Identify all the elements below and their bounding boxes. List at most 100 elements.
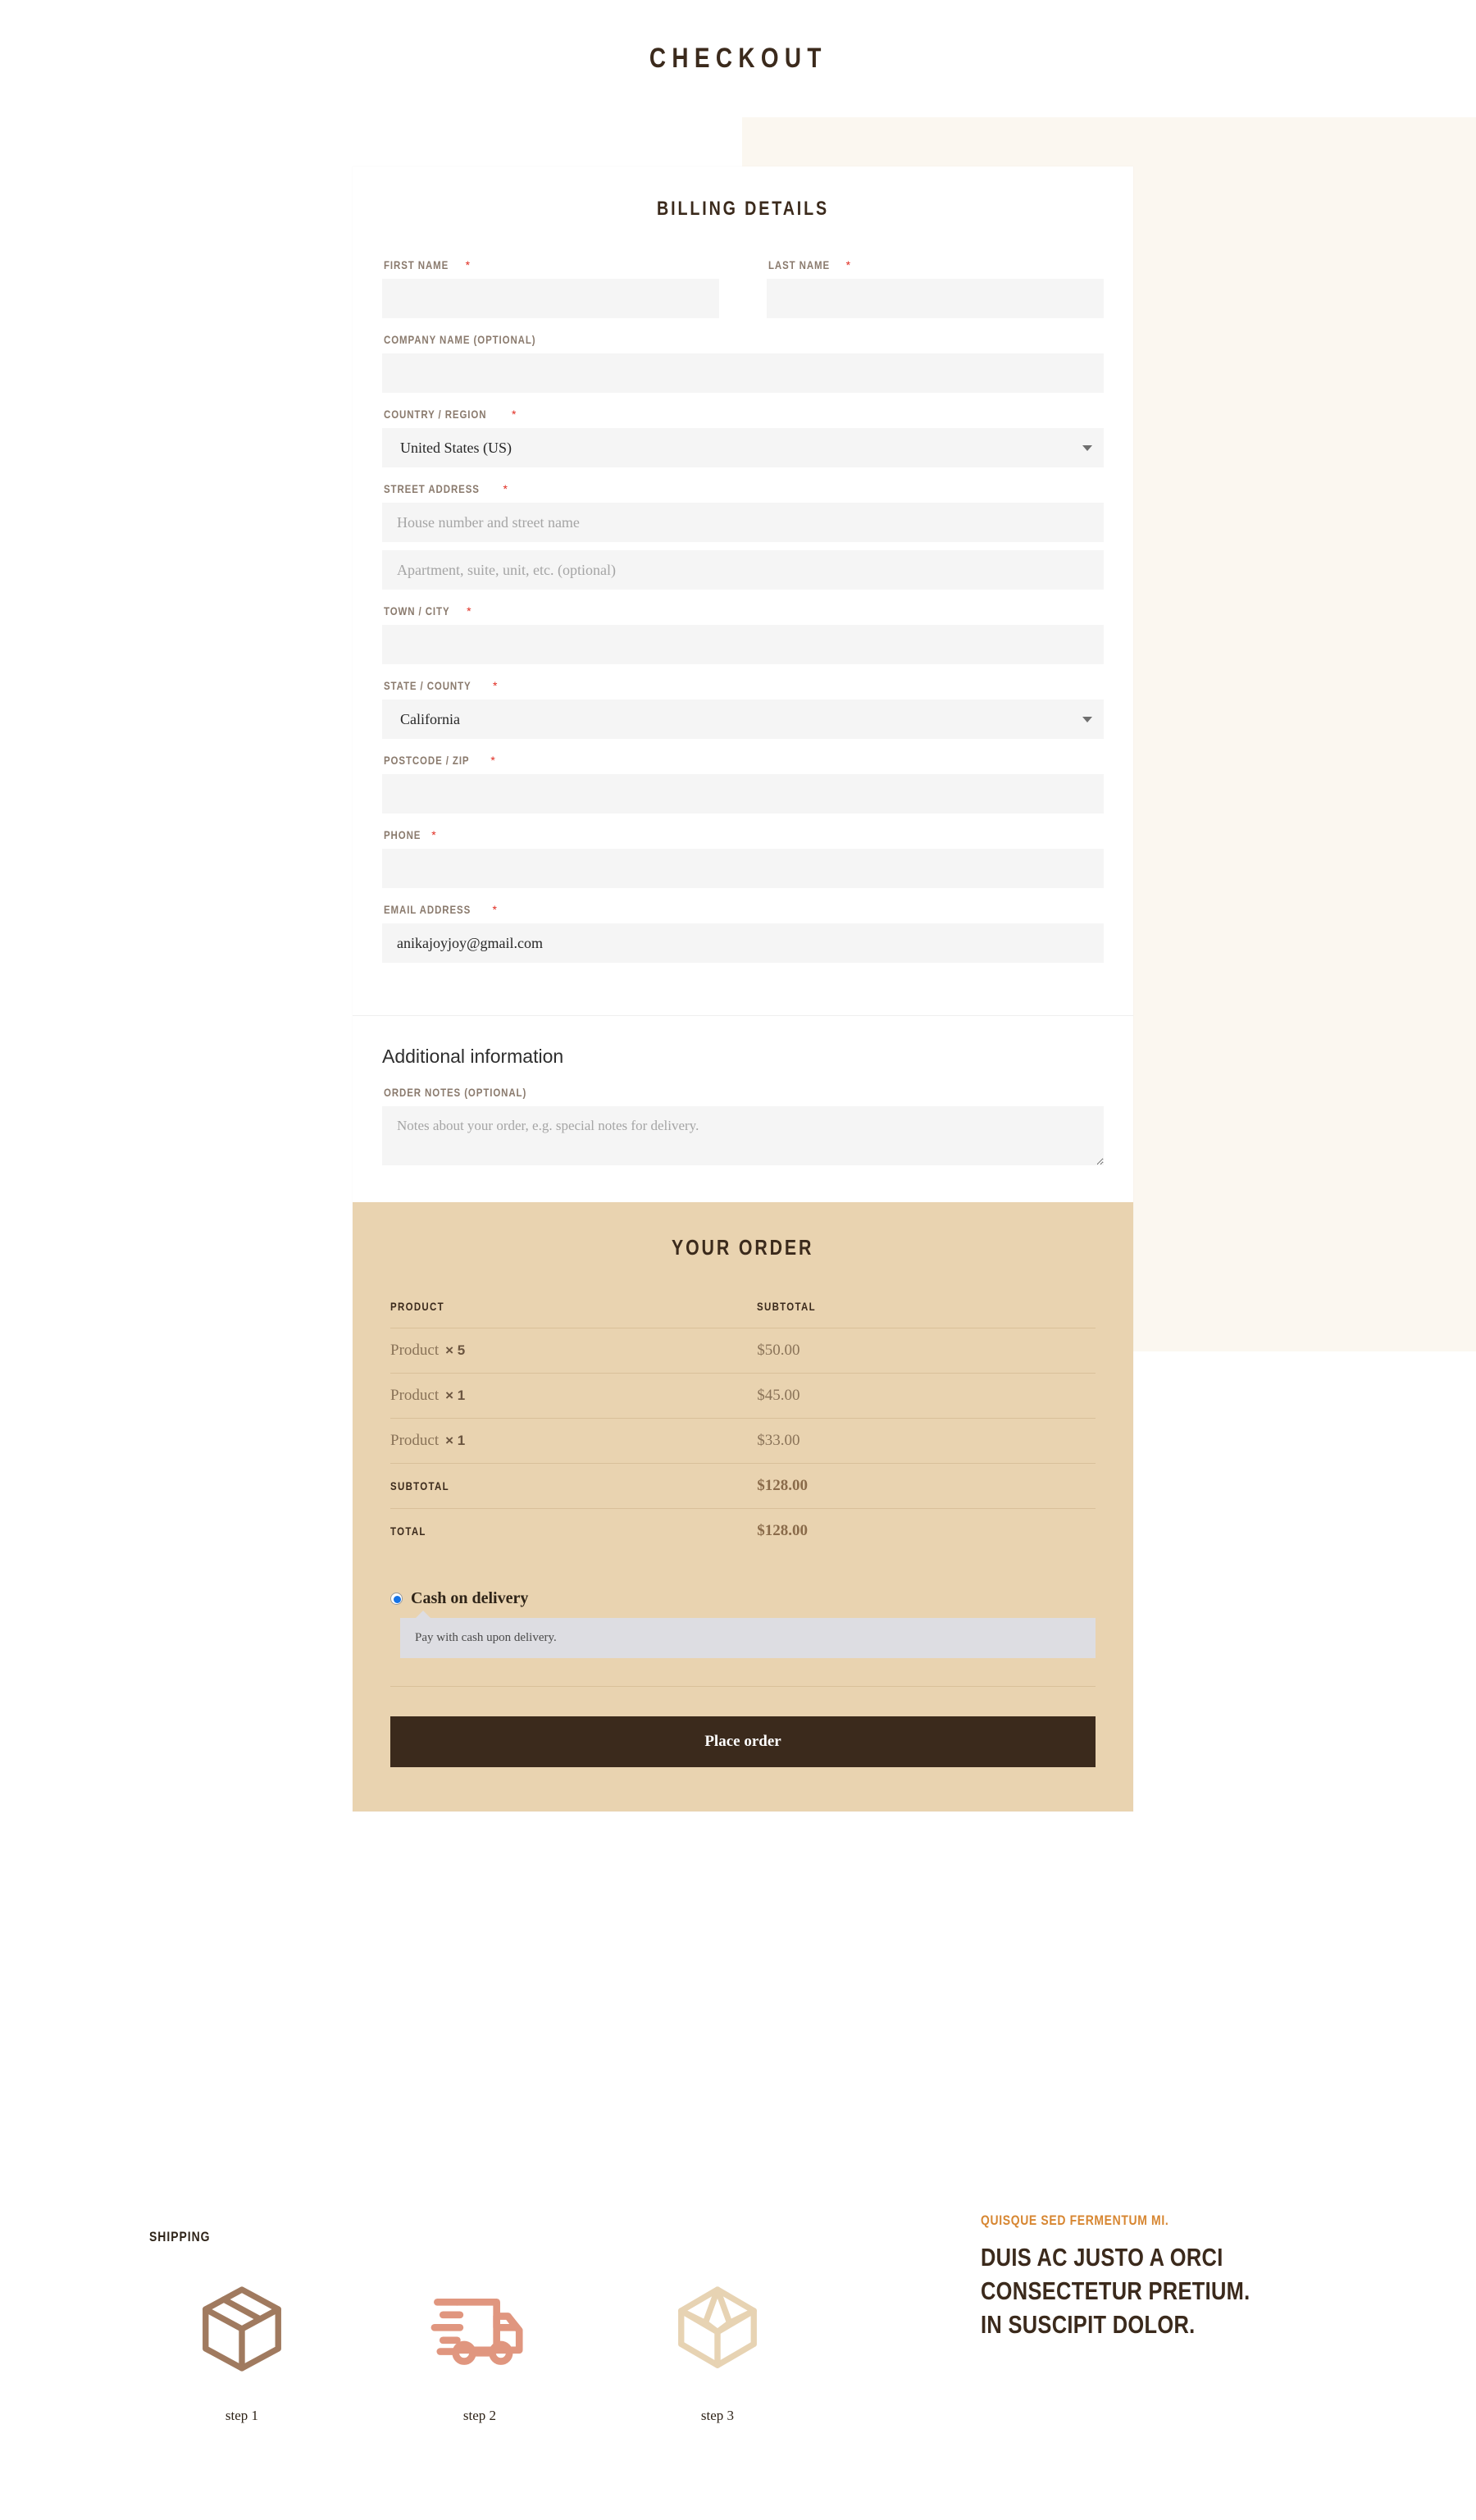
column-header-subtotal: SUBTOTAL bbox=[757, 1300, 817, 1313]
company-input[interactable] bbox=[382, 353, 1104, 393]
footer-headline-line-3: IN SUSCIPIT DOLOR. bbox=[981, 2310, 1196, 2340]
product-qty: × 1 bbox=[445, 1433, 466, 1448]
closed-box-icon bbox=[123, 2272, 361, 2386]
place-order-container: Place order bbox=[390, 1686, 1096, 1767]
city-label: TOWN / CITY * bbox=[384, 604, 472, 617]
page-title-text: CHECKOUT bbox=[649, 43, 827, 74]
product-subtotal: $33.00 bbox=[757, 1418, 1096, 1464]
additional-information-heading: Additional information bbox=[382, 1046, 564, 1067]
street-address-label: STREET ADDRESS * bbox=[384, 482, 509, 495]
city-group: TOWN / CITY * bbox=[382, 604, 1104, 664]
payment-method-cash-on-delivery[interactable]: Cash on delivery bbox=[390, 1589, 1096, 1608]
shipping-steps: step 1 step 2 step 3 bbox=[123, 2272, 836, 2424]
table-header-row: PRODUCT SUBTOTAL bbox=[390, 1300, 1096, 1328]
product-subtotal: $50.00 bbox=[757, 1328, 1096, 1374]
shipping-step-3: step 3 bbox=[599, 2272, 836, 2424]
place-order-button[interactable]: Place order bbox=[390, 1716, 1096, 1767]
state-select[interactable] bbox=[382, 699, 1104, 739]
first-name-group: FIRST NAME * bbox=[382, 258, 719, 318]
delivery-truck-icon bbox=[361, 2272, 599, 2386]
required-mark: * bbox=[493, 679, 499, 692]
city-input[interactable] bbox=[382, 625, 1104, 664]
product-name: Product bbox=[390, 1387, 440, 1404]
country-select-wrapper[interactable] bbox=[382, 428, 1104, 467]
phone-group: PHONE * bbox=[382, 828, 1104, 888]
email-label: EMAIL ADDRESS * bbox=[384, 903, 498, 916]
footer-headline-line-1: DUIS AC JUSTO A ORCI bbox=[981, 2243, 1223, 2272]
shipping-heading-text: SHIPPING bbox=[149, 2229, 211, 2244]
street-address-2-input[interactable] bbox=[382, 550, 1104, 590]
subtotal-row: SUBTOTAL $128.00 bbox=[390, 1463, 1096, 1509]
state-label: STATE / COUNTY * bbox=[384, 679, 499, 692]
footer-promo-text: QUISQUE SED FERMENTUM MI. DUIS AC JUSTO … bbox=[981, 2212, 1407, 2342]
required-mark: * bbox=[492, 903, 498, 916]
name-row: FIRST NAME * LAST NAME * bbox=[382, 258, 1104, 318]
billing-details-heading-text: BILLING DETAILS bbox=[657, 198, 829, 220]
total-value: $128.00 bbox=[757, 1508, 1096, 1553]
first-name-label: FIRST NAME * bbox=[384, 258, 472, 271]
product-cell: Product × 5 bbox=[390, 1328, 758, 1374]
order-notes-label: ORDER NOTES (OPTIONAL) bbox=[384, 1086, 527, 1099]
shipping-step-3-caption: step 3 bbox=[700, 2408, 735, 2423]
required-mark: * bbox=[467, 604, 472, 617]
radio-button-cash-on-delivery[interactable] bbox=[390, 1593, 403, 1605]
order-summary-table: PRODUCT SUBTOTAL Product × 5 $50.00 Prod… bbox=[390, 1300, 1096, 1553]
required-mark: * bbox=[511, 408, 517, 421]
required-mark: * bbox=[503, 482, 509, 495]
product-qty: × 1 bbox=[445, 1388, 466, 1403]
subtotal-value: $128.00 bbox=[757, 1463, 1096, 1509]
street-address-group: STREET ADDRESS * bbox=[382, 482, 1104, 590]
phone-input[interactable] bbox=[382, 849, 1104, 888]
street-address-input[interactable] bbox=[382, 503, 1104, 542]
table-row: Product × 5 $50.00 bbox=[390, 1328, 1096, 1374]
payment-methods-section: Cash on delivery Pay with cash upon deli… bbox=[390, 1589, 1096, 1658]
billing-details-section: BILLING DETAILS FIRST NAME * LAST NAME * C… bbox=[353, 166, 1133, 1016]
order-notes-input[interactable] bbox=[382, 1106, 1104, 1165]
postcode-group: POSTCODE / ZIP * bbox=[382, 754, 1104, 813]
checkout-card: BILLING DETAILS FIRST NAME * LAST NAME * C… bbox=[353, 166, 1133, 1811]
order-summary-heading-text: YOUR ORDER bbox=[672, 1235, 814, 1260]
country-group: COUNTRY / REGION * bbox=[382, 408, 1104, 467]
state-select-wrapper[interactable] bbox=[382, 699, 1104, 739]
country-select[interactable] bbox=[382, 428, 1104, 467]
column-header-product: PRODUCT bbox=[390, 1300, 444, 1313]
last-name-input[interactable] bbox=[767, 279, 1104, 318]
postcode-label: POSTCODE / ZIP * bbox=[384, 754, 496, 767]
page-title: CHECKOUT bbox=[0, 43, 1476, 75]
product-qty: × 5 bbox=[445, 1342, 466, 1358]
required-mark: * bbox=[845, 258, 852, 271]
footer-eyebrow-text: QUISQUE SED FERMENTUM MI. bbox=[981, 2212, 1169, 2228]
payment-method-label: Cash on delivery bbox=[411, 1589, 529, 1607]
product-name: Product bbox=[390, 1432, 440, 1449]
order-summary-section: YOUR ORDER PRODUCT SUBTOTAL Product × 5 bbox=[353, 1202, 1133, 1811]
required-mark: * bbox=[490, 754, 496, 767]
last-name-label: LAST NAME * bbox=[768, 258, 852, 271]
product-name: Product bbox=[390, 1342, 440, 1359]
table-row: Product × 1 $45.00 bbox=[390, 1373, 1096, 1419]
postcode-input[interactable] bbox=[382, 774, 1104, 813]
open-box-icon bbox=[599, 2272, 836, 2386]
last-name-group: LAST NAME * bbox=[767, 258, 1104, 318]
first-name-input[interactable] bbox=[382, 279, 719, 318]
company-group: COMPANY NAME (OPTIONAL) bbox=[382, 333, 1104, 393]
table-row: Product × 1 $33.00 bbox=[390, 1418, 1096, 1464]
product-subtotal: $45.00 bbox=[757, 1373, 1096, 1419]
email-field[interactable] bbox=[382, 923, 1104, 963]
required-mark: * bbox=[465, 258, 472, 271]
product-cell: Product × 1 bbox=[390, 1418, 758, 1464]
shipping-step-2: step 2 bbox=[361, 2272, 599, 2424]
payment-method-description: Pay with cash upon delivery. bbox=[400, 1611, 1096, 1658]
order-summary-heading: YOUR ORDER bbox=[390, 1235, 1096, 1260]
footer-eyebrow: QUISQUE SED FERMENTUM MI. bbox=[981, 2212, 1407, 2229]
footer-headline: DUIS AC JUSTO A ORCI CONSECTETUR PRETIUM… bbox=[981, 2240, 1407, 2342]
shipping-step-1: step 1 bbox=[123, 2272, 361, 2424]
email-group: EMAIL ADDRESS * bbox=[382, 903, 1104, 963]
state-group: STATE / COUNTY * bbox=[382, 679, 1104, 739]
country-label: COUNTRY / REGION * bbox=[384, 408, 517, 421]
additional-information-section: Additional information ORDER NOTES (OPTI… bbox=[353, 1016, 1133, 1202]
shipping-step-2-caption: step 2 bbox=[462, 2408, 497, 2423]
shipping-step-1-caption: step 1 bbox=[225, 2408, 259, 2423]
shipping-heading: SHIPPING bbox=[149, 2229, 224, 2245]
required-mark: * bbox=[431, 828, 437, 841]
product-cell: Product × 1 bbox=[390, 1373, 758, 1419]
